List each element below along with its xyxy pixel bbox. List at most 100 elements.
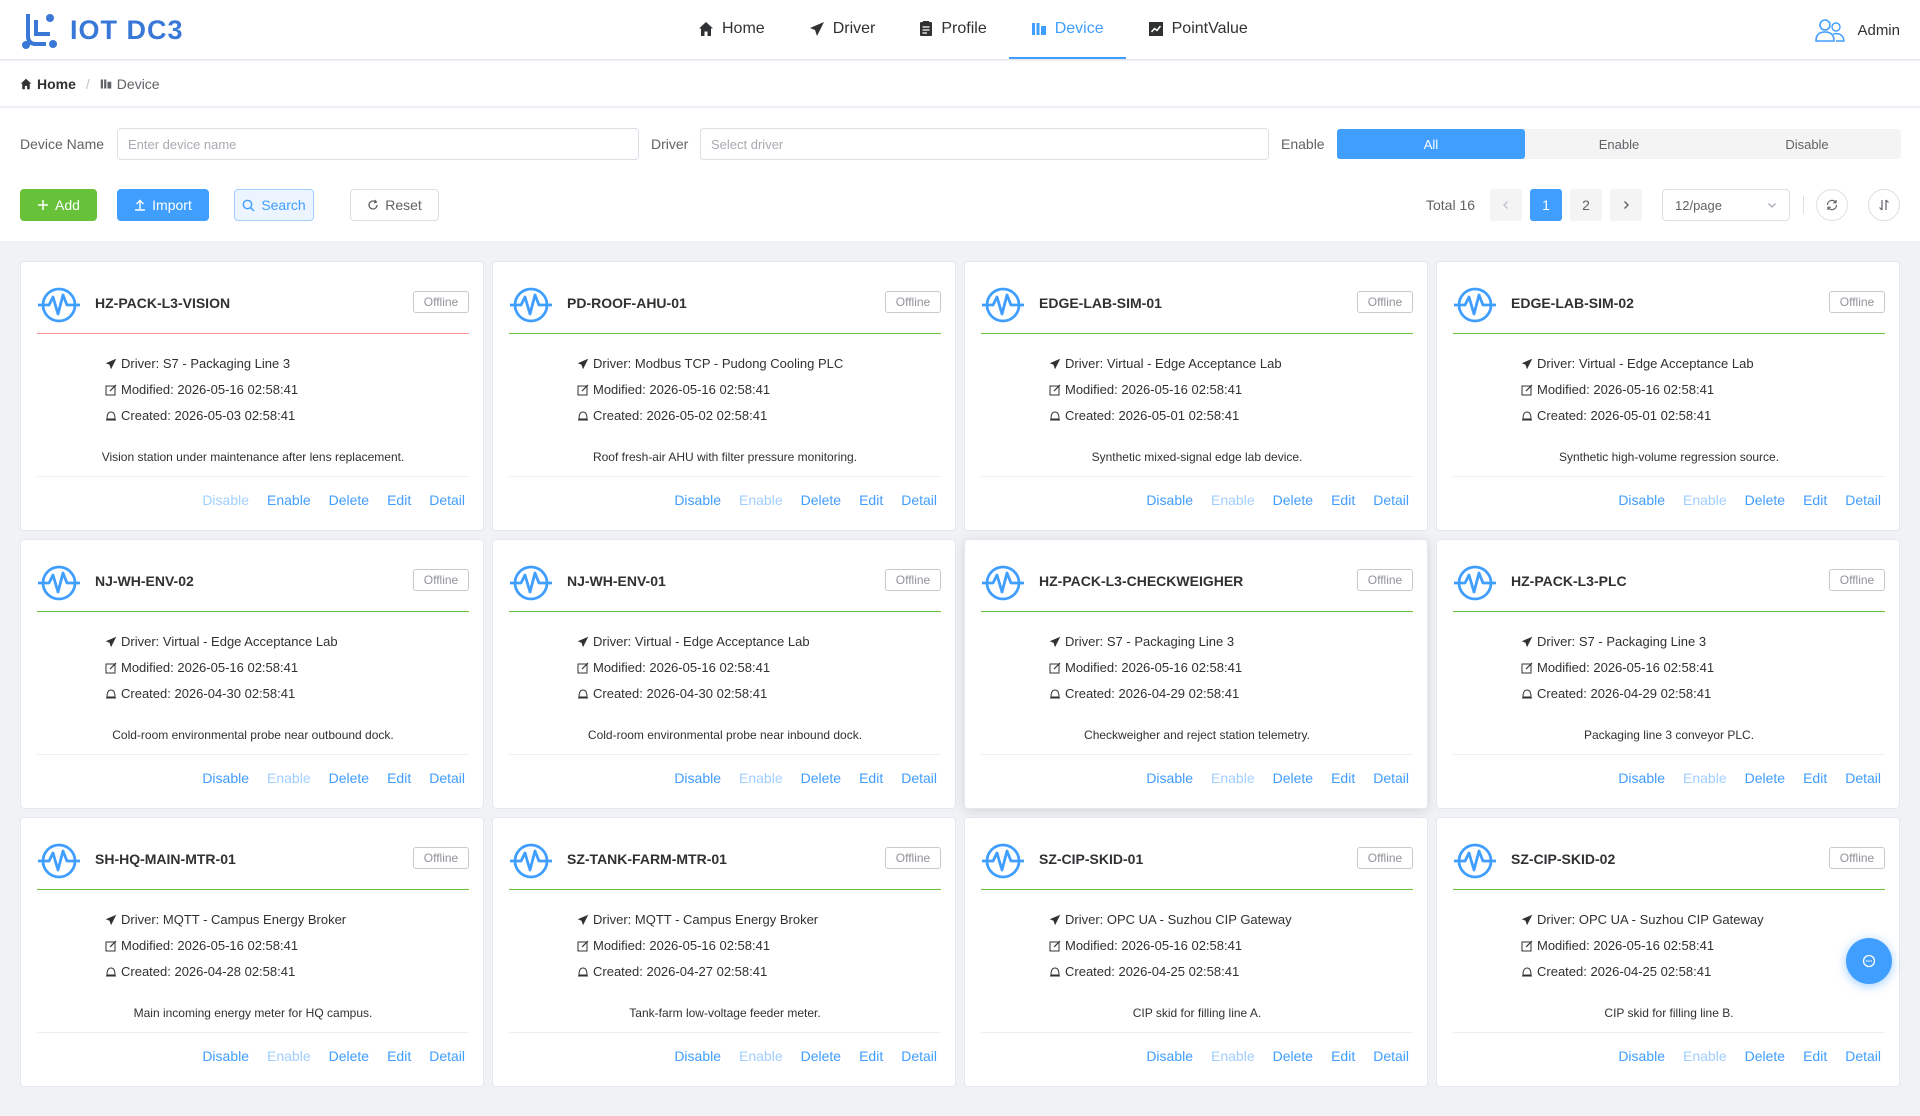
enable-button[interactable]: Enable xyxy=(1683,492,1727,508)
disable-button[interactable]: Disable xyxy=(674,492,721,508)
detail-button[interactable]: Detail xyxy=(1845,770,1881,786)
detail-button[interactable]: Detail xyxy=(1373,1048,1409,1064)
delete-button[interactable]: Delete xyxy=(1745,1048,1785,1064)
disable-button[interactable]: Disable xyxy=(202,770,249,786)
device-name[interactable]: PD-ROOF-AHU-01 xyxy=(567,295,687,311)
chat-button[interactable] xyxy=(1846,938,1892,984)
edit-icon xyxy=(1049,662,1061,673)
delete-button[interactable]: Delete xyxy=(329,770,369,786)
enable-button[interactable]: Enable xyxy=(1211,492,1255,508)
edit-button[interactable]: Edit xyxy=(859,1048,883,1064)
disable-button[interactable]: Disable xyxy=(1618,770,1665,786)
edit-button[interactable]: Edit xyxy=(859,770,883,786)
edit-button[interactable]: Edit xyxy=(387,492,411,508)
device-name[interactable]: HZ-PACK-L3-VISION xyxy=(95,295,230,311)
device-name[interactable]: SZ-CIP-SKID-02 xyxy=(1511,851,1615,867)
next-page-button[interactable] xyxy=(1610,189,1642,221)
disable-button[interactable]: Disable xyxy=(1618,492,1665,508)
disable-button[interactable]: Disable xyxy=(1146,770,1193,786)
prev-page-button[interactable] xyxy=(1490,189,1522,221)
detail-button[interactable]: Detail xyxy=(429,770,465,786)
disable-button[interactable]: Disable xyxy=(202,492,249,508)
search-button[interactable]: Search xyxy=(234,189,314,221)
edit-button[interactable]: Edit xyxy=(1803,770,1827,786)
device-name[interactable]: SZ-CIP-SKID-01 xyxy=(1039,851,1143,867)
enable-button[interactable]: Enable xyxy=(267,492,311,508)
logo[interactable]: IOT DC3 xyxy=(20,9,184,51)
edit-button[interactable]: Edit xyxy=(1331,770,1355,786)
device-modified-text: Modified: 2026-05-16 02:58:41 xyxy=(1065,938,1243,953)
disable-button[interactable]: Disable xyxy=(1146,492,1193,508)
detail-button[interactable]: Detail xyxy=(429,492,465,508)
driver-select[interactable]: Select driver xyxy=(700,128,1269,160)
page-1[interactable]: 1 xyxy=(1530,189,1562,221)
disable-button[interactable]: Disable xyxy=(674,1048,721,1064)
device-name[interactable]: SZ-TANK-FARM-MTR-01 xyxy=(567,851,727,867)
detail-button[interactable]: Detail xyxy=(1845,1048,1881,1064)
enable-button[interactable]: Enable xyxy=(1683,1048,1727,1064)
enable-button[interactable]: Enable xyxy=(739,1048,783,1064)
device-name[interactable]: HZ-PACK-L3-PLC xyxy=(1511,573,1627,589)
nav-home[interactable]: Home xyxy=(676,0,787,59)
enable-button[interactable]: Enable xyxy=(1211,770,1255,786)
edit-button[interactable]: Edit xyxy=(859,492,883,508)
delete-button[interactable]: Delete xyxy=(801,492,841,508)
import-button[interactable]: Import xyxy=(117,189,209,221)
device-name-input[interactable]: Enter device name xyxy=(117,128,639,160)
add-button[interactable]: Add xyxy=(20,189,97,221)
detail-button[interactable]: Detail xyxy=(901,1048,937,1064)
nav-profile[interactable]: Profile xyxy=(897,0,1008,59)
delete-button[interactable]: Delete xyxy=(801,770,841,786)
page-size-select[interactable]: 12/page xyxy=(1662,189,1790,221)
detail-button[interactable]: Detail xyxy=(429,1048,465,1064)
delete-button[interactable]: Delete xyxy=(329,492,369,508)
user-menu[interactable]: Admin xyxy=(1815,18,1900,42)
nav-driver[interactable]: Driver xyxy=(787,0,898,59)
nav-device[interactable]: Device xyxy=(1008,0,1126,59)
device-name[interactable]: SH-HQ-MAIN-MTR-01 xyxy=(95,851,236,867)
enable-button[interactable]: Enable xyxy=(1211,1048,1255,1064)
enable-button[interactable]: Enable xyxy=(739,770,783,786)
breadcrumb-home[interactable]: Home xyxy=(20,76,76,92)
detail-button[interactable]: Detail xyxy=(1845,492,1881,508)
detail-button[interactable]: Detail xyxy=(901,770,937,786)
delete-button[interactable]: Delete xyxy=(1273,1048,1313,1064)
edit-button[interactable]: Edit xyxy=(1331,1048,1355,1064)
delete-button[interactable]: Delete xyxy=(1273,492,1313,508)
edit-button[interactable]: Edit xyxy=(387,770,411,786)
disable-button[interactable]: Disable xyxy=(674,770,721,786)
device-name[interactable]: NJ-WH-ENV-02 xyxy=(95,573,194,589)
enable-button[interactable]: Enable xyxy=(739,492,783,508)
delete-button[interactable]: Delete xyxy=(1745,492,1785,508)
enable-button[interactable]: Enable xyxy=(1683,770,1727,786)
nav-pointvalue[interactable]: PointValue xyxy=(1126,0,1270,59)
enable-option-disable[interactable]: Disable xyxy=(1713,129,1901,159)
detail-button[interactable]: Detail xyxy=(901,492,937,508)
edit-button[interactable]: Edit xyxy=(1803,1048,1827,1064)
edit-button[interactable]: Edit xyxy=(1331,492,1355,508)
enable-option-enable[interactable]: Enable xyxy=(1525,129,1713,159)
enable-option-all[interactable]: All xyxy=(1337,129,1525,159)
device-name[interactable]: EDGE-LAB-SIM-02 xyxy=(1511,295,1634,311)
disable-button[interactable]: Disable xyxy=(1618,1048,1665,1064)
delete-button[interactable]: Delete xyxy=(329,1048,369,1064)
device-name[interactable]: EDGE-LAB-SIM-01 xyxy=(1039,295,1162,311)
sort-button[interactable] xyxy=(1868,189,1900,221)
detail-button[interactable]: Detail xyxy=(1373,492,1409,508)
reset-button[interactable]: Reset xyxy=(350,189,439,221)
breadcrumb-current: Device xyxy=(100,76,160,92)
disable-button[interactable]: Disable xyxy=(1146,1048,1193,1064)
delete-button[interactable]: Delete xyxy=(801,1048,841,1064)
delete-button[interactable]: Delete xyxy=(1273,770,1313,786)
page-2[interactable]: 2 xyxy=(1570,189,1602,221)
edit-button[interactable]: Edit xyxy=(387,1048,411,1064)
enable-button[interactable]: Enable xyxy=(267,770,311,786)
device-name[interactable]: HZ-PACK-L3-CHECKWEIGHER xyxy=(1039,573,1243,589)
device-name[interactable]: NJ-WH-ENV-01 xyxy=(567,573,666,589)
edit-button[interactable]: Edit xyxy=(1803,492,1827,508)
disable-button[interactable]: Disable xyxy=(202,1048,249,1064)
delete-button[interactable]: Delete xyxy=(1745,770,1785,786)
detail-button[interactable]: Detail xyxy=(1373,770,1409,786)
enable-button[interactable]: Enable xyxy=(267,1048,311,1064)
refresh-button[interactable] xyxy=(1816,189,1848,221)
